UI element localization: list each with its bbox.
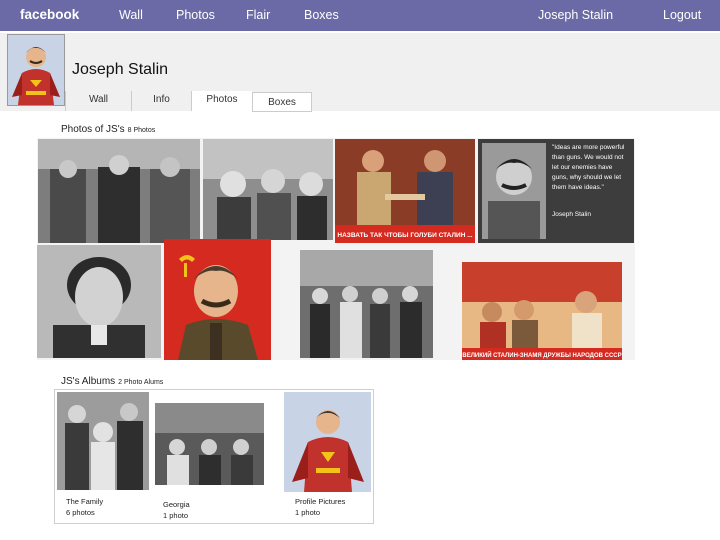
album-profile-count: 1 photo	[295, 508, 321, 517]
nav-logout-link[interactable]: Logout	[663, 8, 701, 22]
nav-flair-link[interactable]: Flair	[246, 8, 270, 22]
nav-user-link[interactable]: Joseph Stalin	[538, 8, 613, 22]
quote-text: "Ideas are more powerful than guns. We w…	[552, 144, 625, 191]
tab-wall[interactable]: Wall	[65, 91, 132, 111]
photos-section-title: Photos of JS's 8 Photos	[61, 124, 155, 135]
tab-info[interactable]: Info	[132, 91, 192, 111]
poster1-caption: НАЗВАТЬ ТАК ЧТОБЫ ГОЛУБИ СТАЛИН ...	[337, 232, 472, 239]
albums-title: JS's Albums	[61, 376, 116, 387]
photo-stalin-with-children[interactable]	[203, 139, 333, 240]
photos-count: 8 Photos	[127, 127, 156, 134]
avatar[interactable]	[7, 34, 65, 106]
photo-handshake-poster[interactable]: НАЗВАТЬ ТАК ЧТОБЫ ГОЛУБИ СТАЛИН ...	[335, 139, 475, 243]
album-family-info[interactable]: The Family 6 photos	[66, 496, 103, 518]
photos-title: Photos of JS's	[61, 124, 125, 135]
nav-photos-link[interactable]: Photos	[176, 8, 215, 22]
photo-friendship-poster[interactable]: ВЕЛИКИЙ СТАЛИН-ЗНАМЯ ДРУЖБЫ НАРОДОВ СССР	[462, 262, 622, 360]
album-cover-georgia[interactable]	[155, 403, 264, 485]
photo-young-stalin[interactable]	[37, 245, 161, 358]
album-georgia-name[interactable]: Georgia	[163, 499, 190, 510]
photo-stalin-red-poster[interactable]	[164, 239, 271, 360]
album-profile-info[interactable]: Profile Pictures 1 photo	[295, 496, 345, 518]
albums-count: 2 Photo Alums	[118, 379, 164, 386]
top-nav-bar: facebook Wall Photos Flair Boxes Joseph …	[0, 0, 720, 31]
album-cover-family[interactable]	[57, 392, 149, 490]
album-profile-name[interactable]: Profile Pictures	[295, 496, 345, 507]
facebook-logo[interactable]: facebook	[20, 7, 79, 22]
photo-leaders-group[interactable]	[38, 139, 200, 243]
quote-author: Joseph Stalin	[552, 211, 592, 218]
nav-wall-link[interactable]: Wall	[119, 8, 143, 22]
tab-photos[interactable]: Photos	[192, 91, 252, 111]
nav-boxes-link[interactable]: Boxes	[304, 8, 339, 22]
album-georgia-count: 1 photo	[163, 511, 189, 520]
albums-section-title: JS's Albums 2 Photo Alums	[61, 376, 163, 387]
photo-conference-group[interactable]	[300, 250, 433, 358]
album-family-name[interactable]: The Family	[66, 496, 103, 507]
album-family-count: 6 photos	[66, 508, 95, 517]
album-georgia-info[interactable]: Georgia 1 photo	[163, 499, 190, 521]
poster2-caption: ВЕЛИКИЙ СТАЛИН-ЗНАМЯ ДРУЖБЫ НАРОДОВ СССР	[462, 351, 621, 359]
album-cover-profile-pictures[interactable]	[284, 392, 371, 492]
profile-name: Joseph Stalin	[72, 61, 169, 78]
photo-quote-card[interactable]: "Ideas are more powerful than guns. We w…	[478, 139, 634, 243]
tab-boxes[interactable]: Boxes	[252, 92, 312, 112]
